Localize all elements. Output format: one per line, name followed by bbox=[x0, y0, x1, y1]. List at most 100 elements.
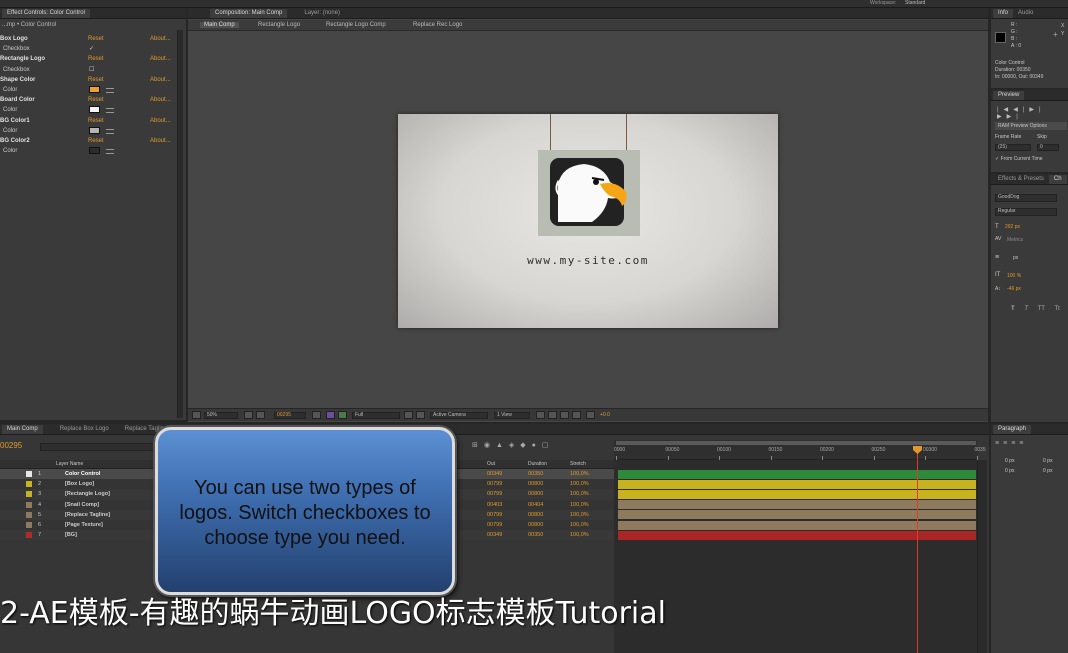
faux-italic-button[interactable]: T bbox=[1024, 306, 1028, 312]
region-icon[interactable] bbox=[404, 411, 413, 419]
faux-bold-button[interactable]: T bbox=[1011, 306, 1015, 312]
layer-dur[interactable]: 00800 bbox=[528, 510, 543, 520]
layer-dur[interactable]: 00800 bbox=[528, 520, 543, 530]
flowchart-icon[interactable] bbox=[572, 411, 581, 419]
reset-link[interactable]: Reset bbox=[88, 136, 104, 146]
tab-preview[interactable]: Preview bbox=[993, 90, 1025, 100]
transparency-grid-icon[interactable] bbox=[416, 411, 425, 419]
eyedropper-icon[interactable] bbox=[106, 128, 114, 134]
about-link[interactable]: About... bbox=[150, 54, 171, 64]
reset-link[interactable]: Reset bbox=[88, 54, 104, 64]
layer-out[interactable]: 00349 bbox=[487, 469, 502, 479]
layer-out[interactable]: 00349 bbox=[487, 530, 502, 540]
layer-label-color[interactable] bbox=[26, 481, 32, 488]
eyedropper-icon[interactable] bbox=[106, 149, 114, 155]
grid-icon[interactable] bbox=[244, 411, 253, 419]
effect-group-row[interactable]: Box Logo Reset About... bbox=[0, 34, 176, 44]
layer-duration-bar[interactable] bbox=[618, 500, 976, 510]
effect-group-row[interactable]: BG Color2 Reset About... bbox=[0, 136, 176, 146]
color-swatch[interactable] bbox=[89, 106, 100, 114]
font-family-select[interactable]: GoodDog bbox=[995, 194, 1057, 202]
eyedropper-icon[interactable] bbox=[106, 108, 114, 114]
layer-dur[interactable]: 00800 bbox=[528, 479, 543, 489]
view-layout-select[interactable]: 1 View bbox=[494, 412, 530, 419]
layer-label-color[interactable] bbox=[26, 511, 32, 518]
layer-name[interactable]: [Snail Comp] bbox=[65, 500, 99, 510]
tab-layer[interactable]: Layer: (none) bbox=[299, 9, 345, 18]
reset-link[interactable]: Reset bbox=[88, 34, 104, 44]
checkbox[interactable]: ✓ bbox=[89, 44, 94, 54]
tab-effects-presets[interactable]: Effects & Presets bbox=[993, 175, 1049, 184]
color-channel-icon[interactable] bbox=[326, 411, 335, 419]
effect-scrollbar[interactable] bbox=[177, 30, 183, 418]
align-left-icon[interactable]: ≡ bbox=[995, 440, 1003, 447]
layer-out[interactable]: 00799 bbox=[487, 479, 502, 489]
layer-label-color[interactable] bbox=[26, 532, 32, 539]
tab-info[interactable]: Info bbox=[993, 8, 1014, 18]
effect-group-row[interactable]: Rectangle Logo Reset About... bbox=[0, 54, 176, 64]
layer-label-color[interactable] bbox=[26, 471, 32, 477]
effect-group-row[interactable]: Shape Color Reset About... bbox=[0, 75, 176, 85]
layer-label-color[interactable] bbox=[26, 522, 32, 528]
exposure-icon[interactable] bbox=[586, 411, 595, 419]
layer-stretch[interactable]: 100,0% bbox=[570, 520, 589, 530]
color-swatch[interactable] bbox=[89, 147, 100, 155]
layer-stretch[interactable]: 100,0% bbox=[570, 530, 589, 540]
workspace-select[interactable]: Standard bbox=[905, 0, 925, 6]
baseline-value[interactable]: -46 px bbox=[1007, 286, 1021, 292]
layer-out[interactable]: 00799 bbox=[487, 520, 502, 530]
layer-name[interactable]: Color Control bbox=[65, 469, 100, 479]
reset-link[interactable]: Reset bbox=[88, 116, 104, 126]
layer-duration-bar[interactable] bbox=[618, 479, 976, 489]
space-before-value[interactable]: 0 px bbox=[1005, 468, 1014, 474]
effect-group-row[interactable]: Board Color Reset About... bbox=[0, 95, 176, 105]
font-size-value[interactable]: 292 px bbox=[1005, 224, 1020, 230]
layer-name[interactable]: [Rectangle Logo] bbox=[65, 489, 110, 499]
layer-name[interactable]: [Box Logo] bbox=[65, 479, 94, 489]
eyedropper-icon[interactable] bbox=[106, 88, 114, 93]
layer-dur[interactable]: 00350 bbox=[528, 469, 543, 479]
toggle-pixel-icon[interactable] bbox=[536, 411, 545, 419]
stroke-unit[interactable]: px bbox=[1013, 255, 1018, 261]
layer-name[interactable]: [Page Texture] bbox=[65, 520, 103, 530]
layer-name[interactable]: [Replace Tagline] bbox=[65, 510, 110, 520]
vertical-scale-value[interactable]: 100 % bbox=[1007, 273, 1021, 279]
about-link[interactable]: About... bbox=[150, 34, 171, 44]
layer-dur[interactable]: 00404 bbox=[528, 500, 543, 510]
effect-param-row[interactable]: Checkbox ☐ bbox=[0, 65, 176, 75]
exposure-value[interactable]: +0.0 bbox=[600, 412, 610, 418]
about-link[interactable]: About... bbox=[150, 75, 171, 85]
all-caps-button[interactable]: TT bbox=[1038, 306, 1045, 312]
prev-frame-icon[interactable]: ◀| bbox=[1013, 107, 1029, 113]
justify-icon[interactable]: ≡ bbox=[1019, 440, 1027, 447]
effect-param-row[interactable]: Color bbox=[0, 85, 176, 95]
timeline-search-input[interactable] bbox=[40, 443, 160, 451]
magnify-icon[interactable] bbox=[192, 411, 201, 419]
breadcrumb-main-comp[interactable]: Main Comp bbox=[200, 22, 239, 28]
tab-paragraph[interactable]: Paragraph bbox=[993, 424, 1032, 434]
font-style-select[interactable]: Regular bbox=[995, 208, 1057, 216]
layer-stretch[interactable]: 100,0% bbox=[570, 469, 589, 479]
small-caps-button[interactable]: Tt bbox=[1054, 306, 1059, 312]
play-icon[interactable]: ▶ bbox=[1029, 107, 1039, 113]
indent-right-value[interactable]: 0 px bbox=[1043, 458, 1052, 464]
rgb-icon[interactable] bbox=[338, 411, 347, 419]
indent-left-value[interactable]: 0 px bbox=[1005, 458, 1014, 464]
about-link[interactable]: About... bbox=[150, 116, 171, 126]
tab-replace-box-logo[interactable]: Replace Box Logo bbox=[55, 425, 114, 434]
effect-group-row[interactable]: BG Color1 Reset About... bbox=[0, 116, 176, 126]
layer-duration-bar[interactable] bbox=[618, 489, 976, 499]
camera-select[interactable]: Active Camera bbox=[430, 412, 488, 419]
reset-link[interactable]: Reset bbox=[88, 95, 104, 105]
about-link[interactable]: About... bbox=[150, 136, 171, 146]
layer-dur[interactable]: 00350 bbox=[528, 530, 543, 540]
layer-out[interactable]: 00799 bbox=[487, 510, 502, 520]
last-frame-icon[interactable]: ▶| bbox=[1007, 114, 1023, 120]
align-center-icon[interactable]: ≡ bbox=[1003, 440, 1011, 447]
tab-composition[interactable]: Composition: Main Comp bbox=[210, 8, 288, 18]
layer-out[interactable]: 00403 bbox=[487, 500, 502, 510]
zoom-select[interactable]: 50% bbox=[204, 412, 238, 419]
layer-label-color[interactable] bbox=[26, 501, 32, 508]
breadcrumb-rectangle-logo-comp[interactable]: Rectangle Logo Comp bbox=[326, 22, 386, 28]
color-swatch[interactable] bbox=[89, 86, 100, 93]
